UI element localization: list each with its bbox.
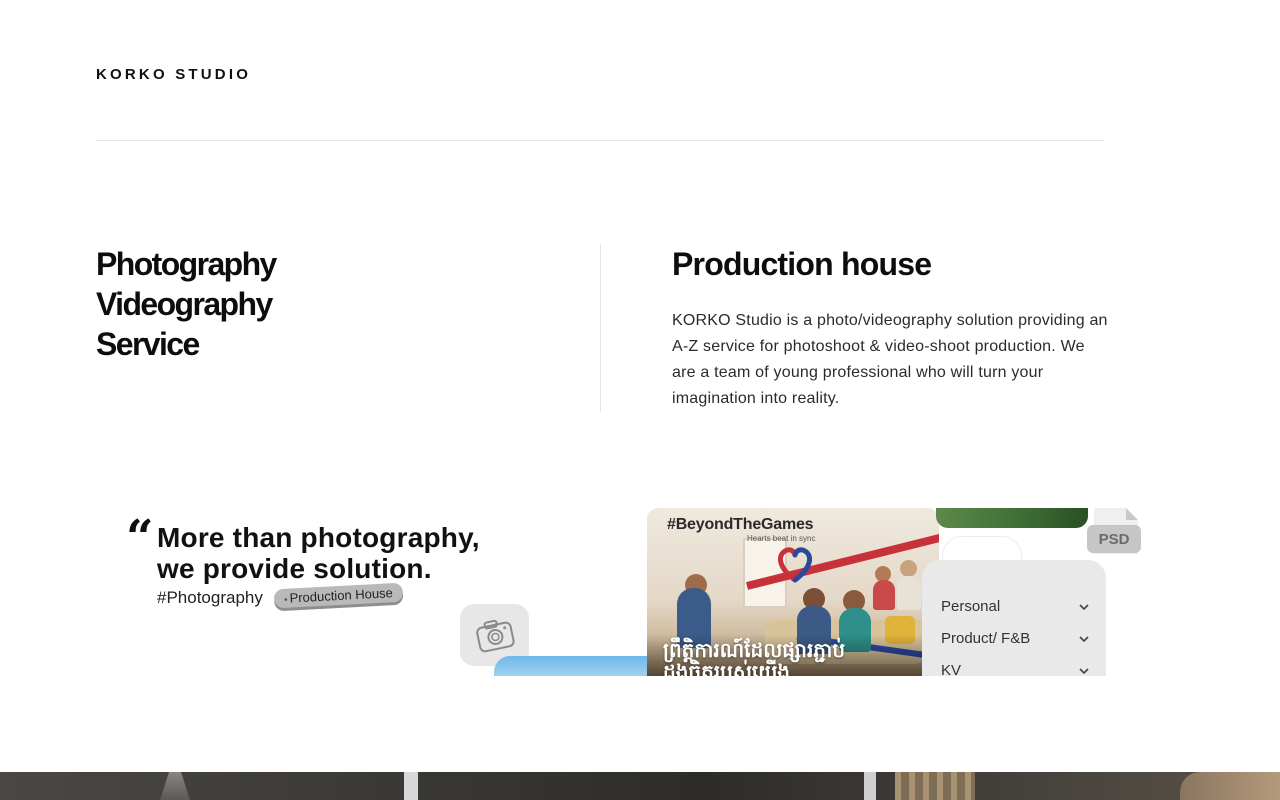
banner-quote-line-1: More than photography,: [157, 522, 480, 553]
campaign-photo: #BeyondTheGames Hearts beat in sync ព្រឹ…: [647, 508, 939, 676]
psd-badge: PSD: [1087, 525, 1141, 553]
green-photo-strip: [936, 508, 1088, 528]
service-videography: Videography: [96, 286, 273, 322]
menu-item-label: Personal: [941, 598, 1001, 615]
service-photography: Photography: [96, 246, 277, 282]
chevron-down-icon: [1079, 603, 1089, 610]
banner-quote-line-2: we provide solution.: [157, 553, 432, 584]
banner-hashtag: #Photography: [157, 588, 263, 607]
menu-item-label: KV: [941, 662, 962, 676]
chevron-down-icon: [1079, 635, 1089, 642]
menu-item-product-fb[interactable]: Product/ F&B: [941, 630, 1091, 647]
vertical-divider: [600, 244, 601, 412]
photo-khmer-caption: ព្រឹត្តិការណ៍ដែលផ្សារភ្ជាប់ ដួងចិត្តរបស់…: [663, 640, 845, 676]
service-service: Service: [96, 326, 200, 362]
production-house-pill: Production House: [273, 582, 404, 609]
about-description: KORKO Studio is a photo/videography solu…: [672, 312, 1108, 407]
menu-item-label: Product/ F&B: [941, 630, 1031, 647]
header-divider: [96, 140, 1104, 141]
photo-khmer-line-1: ព្រឹត្តិការណ៍ដែលផ្សារភ្ជាប់: [663, 640, 846, 662]
photo-khmer-line-2: ដួងចិត្តរបស់យើង: [663, 662, 790, 676]
menu-item-kv[interactable]: KV: [941, 662, 1091, 676]
heart-ribbon-icon: [777, 547, 813, 583]
category-menu-panel: Personal Product/ F&B KV: [922, 560, 1106, 676]
promo-banner: “ More than photography, we provide solu…: [96, 508, 1156, 676]
menu-item-personal[interactable]: Personal: [941, 598, 1091, 615]
about-heading: Production house: [672, 246, 932, 282]
photo-subtitle: Hearts beat in sync: [747, 534, 816, 543]
chevron-down-icon: [1079, 667, 1089, 674]
services-list: Photography Videography Service: [96, 244, 277, 364]
photo-title: #BeyondTheGames: [667, 516, 814, 533]
brand-logo-text[interactable]: KORKO STUDIO: [96, 66, 251, 83]
quote-mark-icon: “: [126, 510, 154, 566]
gallery-strip-preview: [0, 772, 1280, 800]
camera-icon: [475, 619, 515, 653]
